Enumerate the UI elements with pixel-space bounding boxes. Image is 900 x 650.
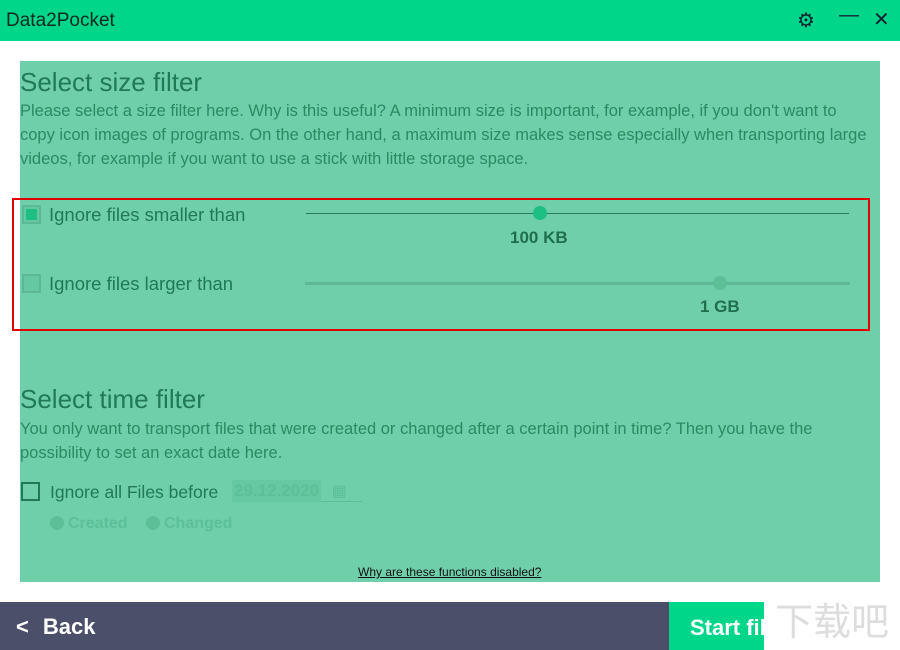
time-filter-checkbox[interactable] [21,482,40,501]
time-filter-title: Select time filter [20,384,205,414]
back-label: Back [42,614,96,639]
radio-created-label: Created [68,515,128,532]
watermark-logo: 下载吧 [764,600,900,650]
radio-changed-label: Changed [164,515,233,532]
radio-changed[interactable]: Changed [146,515,232,533]
disabled-info-link[interactable]: Why are these functions disabled? [358,565,541,579]
time-filter-label: Ignore all Files before [50,482,219,502]
size-filter-title: Select size filter [20,67,203,97]
radio-created[interactable]: Created [50,515,128,533]
radio-changed-dot [146,516,160,530]
date-value: 29.12.2020 [232,480,322,502]
title-bar: Data2Pocket ⚙ — ✕ [0,0,900,41]
calendar-icon[interactable]: ▦ [332,483,347,500]
date-field[interactable]: 29.12.2020 ▦ [232,480,362,502]
size-filter-highlight [12,198,870,331]
size-filter-description: Please select a size filter here. Why is… [20,102,867,168]
gear-icon[interactable]: ⚙ [797,8,815,33]
radio-created-dot [50,516,64,530]
app-title: Data2Pocket [6,10,115,31]
close-icon[interactable]: ✕ [873,7,890,32]
chevron-left-icon: < [16,614,29,639]
time-filter-description: You only want to transport files that we… [20,420,813,462]
minimize-icon[interactable]: — [839,4,859,27]
back-button[interactable]: < Back [16,614,95,640]
